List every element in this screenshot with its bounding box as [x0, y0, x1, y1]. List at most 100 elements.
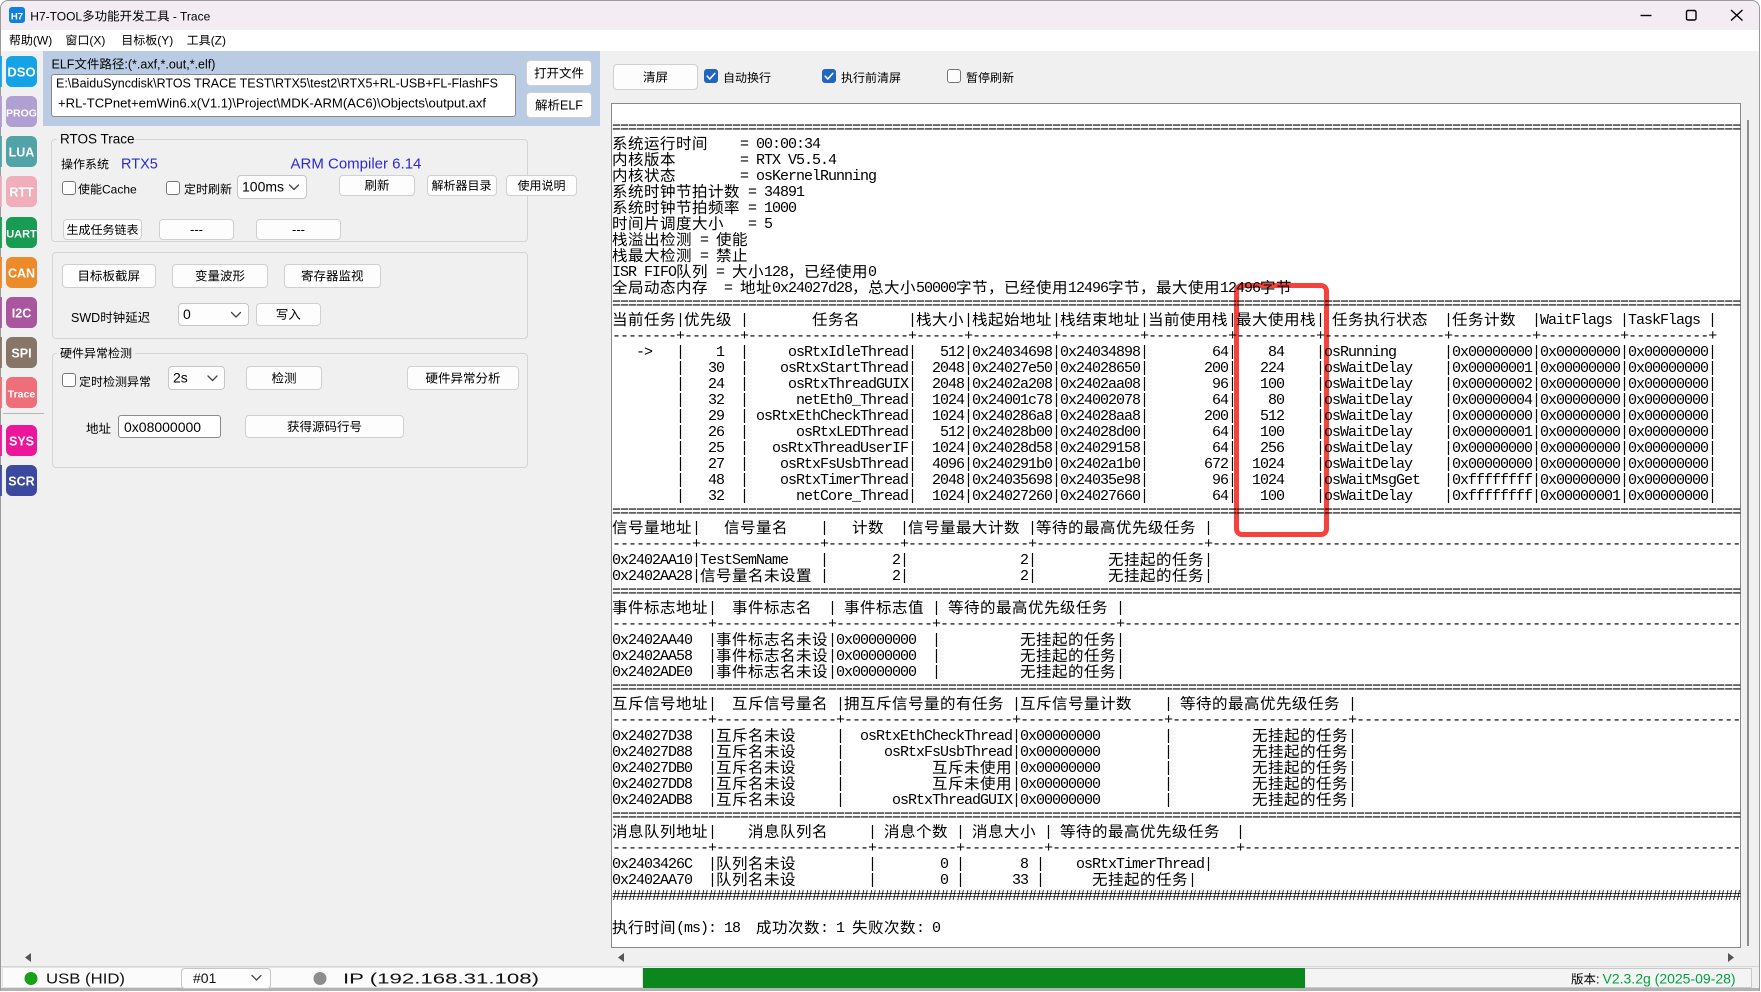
svg-text:|: |	[708, 664, 716, 681]
svg-text:|: |	[1236, 824, 1244, 841]
svg-text:SCR: SCR	[8, 475, 34, 489]
svg-text:|: |	[1028, 520, 1036, 537]
svg-text:1024: 1024	[1252, 472, 1285, 489]
svg-text:==============================: ========================================…	[612, 120, 1741, 137]
svg-text:osRtxThreadGUIX|: osRtxThreadGUIX|	[788, 376, 916, 393]
svg-text:==============================: ========================================…	[612, 504, 1741, 521]
svg-text:|: |	[956, 824, 964, 841]
svg-text:ELF: ELF	[560, 99, 583, 113]
svg-text:|: |	[868, 872, 876, 889]
svg-text:0: 0	[932, 920, 941, 937]
svg-text:48: 48	[708, 472, 725, 489]
svg-text:24: 24	[708, 376, 725, 393]
svg-text:=: =	[700, 248, 709, 265]
svg-text:|0x00000000: |0x00000000	[828, 632, 917, 649]
svg-text:---: ---	[190, 222, 203, 237]
svg-text:=: =	[740, 152, 749, 169]
svg-text:osRtxTimerThread|: osRtxTimerThread|	[780, 472, 916, 489]
svg-text:32: 32	[708, 488, 724, 505]
svg-text:34891: 34891	[764, 184, 805, 201]
svg-text:->: ->	[636, 344, 653, 361]
svg-text:32: 32	[708, 392, 724, 409]
svg-text:|: |	[708, 856, 716, 873]
svg-text:|: |	[708, 824, 716, 841]
svg-text:8: 8	[1020, 856, 1029, 873]
svg-text:2|: 2|	[1020, 552, 1036, 569]
svg-text:|: |	[708, 696, 716, 713]
svg-text:|0x00000000|0x00000000|0x00000: |0x00000000|0x00000000|0x00000000|	[1444, 456, 1716, 473]
svg-text:|: |	[740, 360, 748, 377]
svg-text:|: |	[708, 872, 716, 889]
svg-text:30: 30	[708, 360, 725, 377]
svg-text:E:\BaiduSyncdisk\RTOS TRACE TE: E:\BaiduSyncdisk\RTOS TRACE TEST\RTX5\te…	[56, 76, 498, 91]
svg-text:=: =	[748, 184, 757, 201]
svg-text:|: |	[1140, 312, 1148, 329]
svg-text:25: 25	[708, 440, 725, 457]
svg-text:|0xffffffff|0x00000001|0x00000: |0xffffffff|0x00000001|0x00000000|	[1444, 488, 1716, 505]
svg-text:=: =	[740, 168, 749, 185]
svg-text:RTT: RTT	[9, 186, 34, 200]
svg-text:Trace: Trace	[8, 389, 36, 401]
svg-text:ISR: ISR	[612, 264, 637, 281]
svg-text:|osWaitDelay: |osWaitDelay	[1316, 360, 1413, 377]
svg-text:1024: 1024	[1252, 456, 1285, 473]
svg-text:|: |	[956, 856, 964, 873]
svg-text:|: |	[1116, 600, 1124, 617]
svg-text:|: |	[828, 600, 836, 617]
svg-text:0: 0	[868, 264, 877, 281]
svg-text:V2.3.2g (2025-09-28): V2.3.2g (2025-09-28)	[1603, 971, 1736, 987]
svg-text:|: |	[740, 344, 748, 361]
svg-text:|: |	[932, 648, 940, 665]
svg-text:|osRunning: |osRunning	[1316, 344, 1396, 361]
svg-text:0: 0	[183, 306, 191, 322]
svg-text:12496: 12496	[1220, 280, 1261, 297]
svg-text:|: |	[740, 488, 748, 505]
svg-text:|: |	[900, 520, 908, 537]
svg-text:|0x00000000: |0x00000000	[828, 664, 917, 681]
svg-text:|: |	[708, 792, 716, 809]
svg-text::(*.axf,*.out,*.elf): :(*.axf,*.out,*.elf)	[124, 58, 215, 72]
svg-text:|: |	[1348, 760, 1356, 777]
svg-text:SYS: SYS	[9, 435, 34, 449]
svg-text:|: |	[708, 648, 716, 665]
svg-text:|: |	[1116, 664, 1124, 681]
svg-text:2048|0x24027e50|0x24028650|: 2048|0x24027e50|0x24028650|	[932, 360, 1148, 377]
svg-text:|0x00000002|0x00000000|0x00000: |0x00000002|0x00000000|0x00000000|	[1444, 376, 1716, 393]
svg-text:|: |	[908, 312, 916, 329]
svg-text:|: |	[1316, 312, 1324, 329]
svg-text:2048|0x24035698|0x24035e98|: 2048|0x24035698|0x24035e98|	[932, 472, 1148, 489]
svg-text:2048|0x2402a208|0x2402aa08|: 2048|0x2402a208|0x2402aa08|	[932, 376, 1148, 393]
svg-text:|: |	[1164, 792, 1172, 809]
svg-text:|: |	[836, 696, 844, 713]
svg-text:|: |	[708, 600, 716, 617]
svg-text:##############################: ########################################…	[612, 888, 1741, 905]
svg-text:DSO: DSO	[7, 65, 35, 80]
svg-text:H7: H7	[11, 12, 23, 23]
svg-text:64|: 64|	[1212, 440, 1236, 457]
svg-text:27: 27	[708, 456, 724, 473]
svg-text:2|: 2|	[1020, 568, 1036, 585]
svg-text:|0x00000004|0x00000000|0x00000: |0x00000004|0x00000000|0x00000000|	[1444, 392, 1716, 409]
svg-text:96|: 96|	[1212, 472, 1236, 489]
svg-text:1: 1	[716, 344, 725, 361]
svg-text:29: 29	[708, 408, 724, 425]
svg-text:|0x00000001|0x00000000|0x00000: |0x00000001|0x00000000|0x00000000|	[1444, 424, 1716, 441]
svg-text:1024|0x240286a8|0x24028aa8|: 1024|0x240286a8|0x24028aa8|	[932, 408, 1148, 425]
svg-text:|: |	[1036, 856, 1044, 873]
svg-text:|: |	[1348, 728, 1356, 745]
svg-text:|: |	[676, 424, 684, 441]
svg-text:18: 18	[724, 920, 741, 937]
svg-text:96|: 96|	[1212, 376, 1236, 393]
svg-text:ARM Compiler 6.14: ARM Compiler 6.14	[291, 156, 422, 173]
svg-text:200|: 200|	[1204, 360, 1236, 377]
svg-text:|: |	[740, 456, 748, 473]
svg-text:|: |	[1348, 696, 1356, 713]
svg-text:|: |	[1204, 520, 1212, 537]
svg-text:V5.5.4: V5.5.4	[788, 152, 837, 169]
svg-text:(W): (W)	[33, 34, 52, 48]
svg-text:FIFO: FIFO	[644, 264, 677, 281]
svg-text:|osWaitMsgGet: |osWaitMsgGet	[1316, 472, 1420, 489]
svg-text:0x08000000: 0x08000000	[124, 419, 201, 435]
svg-text:672|: 672|	[1204, 456, 1236, 473]
svg-text:2|: 2|	[892, 552, 908, 569]
